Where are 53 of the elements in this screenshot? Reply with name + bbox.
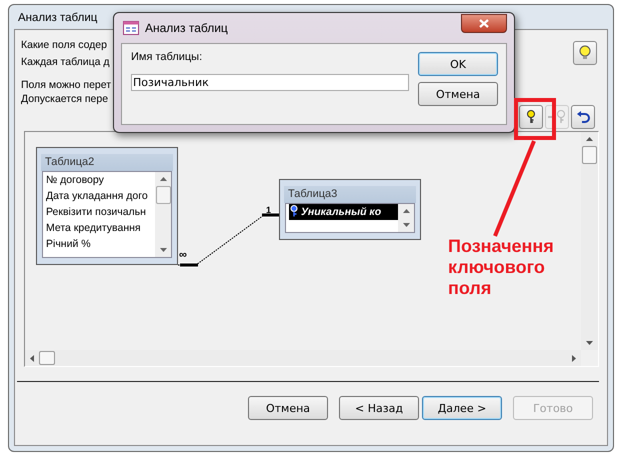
scroll-thumb[interactable] <box>156 186 170 204</box>
scroll-thumb[interactable] <box>39 351 55 365</box>
field-item[interactable]: Річний % <box>46 236 155 252</box>
table-name-field[interactable]: Позичальник <box>131 74 409 91</box>
scroll-thumb[interactable] <box>582 146 597 164</box>
instruction-text: Поля можно перет <box>21 78 112 92</box>
dialog-button[interactable]: OK <box>418 52 498 76</box>
table-icon <box>123 21 139 35</box>
key-icon <box>526 110 536 124</box>
field-item[interactable]: Реквізити позичальн <box>46 204 155 220</box>
scroll-right-icon[interactable] <box>572 354 576 362</box>
lightbulb-icon <box>577 45 593 61</box>
table-title: Таблица3 <box>284 186 416 203</box>
dialog-title: Анализ таблиц <box>145 21 228 35</box>
scroll-up-icon[interactable] <box>402 209 410 213</box>
instruction-text: Каждая таблица д <box>21 55 111 69</box>
field-item[interactable]: Мета кредитування <box>46 220 155 236</box>
close-button[interactable] <box>461 14 507 32</box>
undo-icon <box>576 111 590 123</box>
wizard-button[interactable]: < Назад <box>339 396 419 420</box>
table-window[interactable]: Таблица3 Уникальный ко <box>279 179 421 240</box>
one-label: 1 <box>266 205 272 215</box>
scroll-down-icon[interactable] <box>402 223 410 227</box>
scroll-up-icon[interactable] <box>160 177 166 181</box>
field-item[interactable]: Уникальный ко <box>289 204 398 220</box>
field-label: Имя таблицы: <box>131 50 204 64</box>
table-window[interactable]: Таблица2 № договору Дата укладання дого Реквізити позичальн Мета кредитування Річний % <box>36 147 178 265</box>
instruction-text: Допускается пере <box>21 92 110 106</box>
key-icon <box>290 205 298 217</box>
close-icon <box>479 18 489 28</box>
instruction-text: Какие поля содер <box>21 38 108 52</box>
annotation-text: Позначення ключового поля <box>448 236 555 299</box>
vertical-scrollbar[interactable] <box>581 132 598 350</box>
scroll-left-icon[interactable] <box>30 354 34 362</box>
highlight-frame <box>514 98 556 140</box>
key-remove-icon <box>547 110 567 124</box>
vertical-scrollbar[interactable] <box>155 172 171 257</box>
set-key-button[interactable] <box>519 105 543 129</box>
table-title: Таблица2 <box>41 154 173 171</box>
window-title: Анализ таблиц <box>17 11 98 26</box>
many-label: ∞ <box>179 250 187 260</box>
dialog-button[interactable]: Отмена <box>418 82 498 106</box>
vertical-scrollbar[interactable] <box>398 204 414 232</box>
scroll-down-icon[interactable] <box>586 341 593 345</box>
field-item[interactable]: Дата укладання дого <box>46 188 155 204</box>
wizard-button[interactable]: Далее > <box>422 396 502 420</box>
scroll-down-icon[interactable] <box>160 248 166 252</box>
horizontal-scrollbar[interactable] <box>25 350 581 366</box>
field-item[interactable]: № договору <box>46 172 155 188</box>
wizard-button[interactable]: Отмена <box>248 396 328 420</box>
hint-button[interactable] <box>573 41 597 65</box>
scroll-up-icon[interactable] <box>586 137 593 141</box>
undo-button[interactable] <box>571 105 595 129</box>
